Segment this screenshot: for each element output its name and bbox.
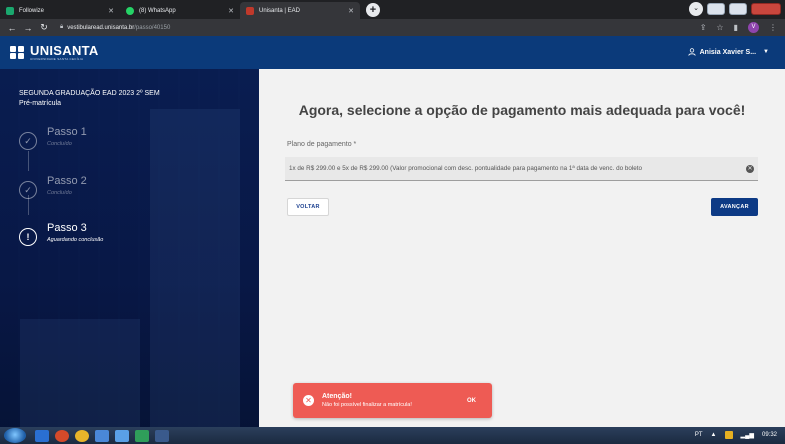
unisanta-favicon-icon — [246, 6, 254, 15]
tab-label: (8) WhatsApp — [139, 7, 176, 14]
user-icon — [688, 48, 696, 56]
followize-favicon-icon — [6, 6, 14, 15]
app-icon[interactable] — [155, 429, 169, 442]
app-icon[interactable] — [115, 429, 129, 442]
step-status: Concluído — [47, 141, 72, 147]
background-building-image — [150, 109, 240, 427]
payment-plan-value: 1x de R$ 299.00 e 5x de R$ 299.00 (Valor… — [289, 165, 642, 172]
profile-avatar-icon[interactable]: V — [748, 22, 759, 33]
folder-icon[interactable] — [95, 429, 109, 442]
kebab-menu-icon[interactable]: ⋮ — [769, 23, 777, 32]
address-bar-row: ← → ↻ 🔒︎ vestibularead.unisanta.br/passo… — [0, 19, 785, 36]
step-name: Passo 1 — [47, 126, 87, 138]
caret-down-icon: ▼ — [763, 49, 769, 55]
logo-subtitle: UNIVERSIDADE SANTA CECÍLIA — [30, 57, 84, 61]
tab-label: Followize — [19, 7, 45, 14]
close-icon[interactable]: ✕ — [108, 7, 114, 15]
steps-sidebar: SEGUNDA GRADUAÇÃO EAD 2023 2º SEM Pré-ma… — [0, 69, 259, 427]
url-path: /passo/40150 — [134, 24, 171, 31]
check-icon: ✓ — [19, 181, 37, 199]
check-icon: ✓ — [19, 132, 37, 150]
logo-mark-icon — [10, 45, 26, 60]
chrome-icon[interactable] — [75, 429, 89, 442]
tab-search-chevron-icon[interactable]: ⌄ — [689, 2, 703, 16]
exclamation-icon: ! — [19, 228, 37, 246]
user-menu[interactable]: Anisia Xavier S... ▼ — [688, 48, 769, 56]
new-tab-button[interactable]: + — [366, 3, 380, 17]
language-indicator[interactable]: PT — [695, 432, 703, 438]
course-info: SEGUNDA GRADUAÇÃO EAD 2023 2º SEM Pré-ma… — [19, 89, 160, 109]
browser-tab-strip: Followize ✕ (8) WhatsApp ✕ Unisanta | EA… — [0, 0, 785, 19]
maximize-button[interactable] — [729, 3, 747, 15]
error-x-icon: ✕ — [303, 395, 314, 406]
share-icon[interactable]: ⇪ — [700, 23, 707, 32]
browser-toolbar-actions: ⇪ ☆ ▮ V ⋮ — [700, 22, 777, 33]
browser-tab-unisanta[interactable]: Unisanta | EAD ✕ — [240, 2, 360, 19]
close-icon[interactable]: ✕ — [228, 7, 234, 15]
tab-label: Unisanta | EAD — [259, 7, 300, 14]
back-button[interactable]: VOLTAR — [287, 198, 329, 216]
step-2: ✓ Passo 2 Concluído — [19, 175, 87, 199]
user-name: Anisia Xavier S... — [699, 48, 757, 56]
forward-arrow-icon[interactable]: → — [22, 23, 34, 33]
action-center-flag-icon[interactable] — [724, 431, 733, 439]
tray-up-arrow-icon[interactable]: ▲ — [711, 432, 717, 438]
browser-tab-followize[interactable]: Followize ✕ — [0, 2, 120, 19]
logo-title: UNISANTA — [30, 43, 99, 58]
step-3: ! Passo 3 Aguardando conclusão — [19, 222, 103, 246]
step-connector — [28, 151, 29, 171]
whatsapp-favicon-icon — [126, 6, 134, 15]
unisanta-logo[interactable]: UNISANTA UNIVERSIDADE SANTA CECÍLIA — [10, 44, 99, 61]
close-icon[interactable]: ✕ — [348, 7, 354, 15]
excel-icon[interactable] — [135, 429, 149, 442]
window-controls: ⌄ — [689, 2, 781, 16]
lock-icon: 🔒︎ — [60, 24, 64, 30]
clock[interactable]: 09:32 — [762, 432, 777, 438]
start-button[interactable] — [4, 428, 26, 443]
step-name: Passo 3 — [47, 222, 87, 234]
step-status: Concluído — [47, 190, 72, 196]
payment-plan-label: Plano de pagamento * — [287, 141, 357, 148]
windows-explorer-icon[interactable] — [35, 429, 49, 442]
course-subtitle: Pré-matrícula — [19, 100, 62, 107]
step-name: Passo 2 — [47, 175, 87, 187]
back-arrow-icon[interactable]: ← — [6, 23, 18, 33]
app-header: UNISANTA UNIVERSIDADE SANTA CECÍLIA Anis… — [0, 36, 785, 69]
step-1: ✓ Passo 1 Concluído — [19, 126, 87, 150]
course-title: SEGUNDA GRADUAÇÃO EAD 2023 2º SEM — [19, 90, 160, 97]
system-tray: PT ▲ ▂▄▆ 09:32 — [695, 431, 777, 439]
toast-message: Não foi possível finalizar a matrícula! — [322, 401, 412, 408]
main-panel: Agora, selecione a opção de pagamento ma… — [259, 69, 785, 427]
page-title: Agora, selecione a opção de pagamento ma… — [298, 102, 746, 118]
url-field[interactable]: 🔒︎ vestibularead.unisanta.br/passo/40150 — [60, 24, 170, 31]
bookmark-star-icon[interactable]: ☆ — [716, 23, 723, 32]
browser-tab-whatsapp[interactable]: (8) WhatsApp ✕ — [120, 2, 240, 19]
error-toast: ✕ Atenção! Não foi possível finalizar a … — [293, 383, 492, 418]
media-player-icon[interactable] — [55, 429, 69, 442]
os-taskbar: PT ▲ ▂▄▆ 09:32 — [0, 427, 785, 444]
toast-title: Atenção! — [322, 392, 352, 400]
step-status: Aguardando conclusão — [47, 237, 104, 243]
network-signal-icon[interactable]: ▂▄▆ — [741, 432, 754, 439]
reload-icon[interactable]: ↻ — [38, 22, 50, 33]
url-host: vestibularead.unisanta.br — [67, 24, 135, 31]
minimize-button[interactable] — [707, 3, 725, 15]
payment-plan-select[interactable]: 1x de R$ 299.00 e 5x de R$ 299.00 (Valor… — [285, 157, 758, 181]
clear-icon[interactable]: ✕ — [746, 164, 754, 173]
window-close-button[interactable] — [751, 3, 781, 15]
background-building-image — [20, 319, 140, 427]
next-button[interactable]: AVANÇAR — [711, 198, 758, 216]
sidebar-toggle-icon[interactable]: ▮ — [734, 23, 738, 32]
toast-ok-button[interactable]: OK — [467, 398, 476, 404]
